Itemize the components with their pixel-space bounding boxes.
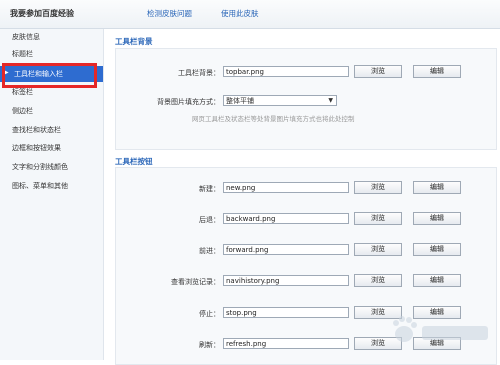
edit-button[interactable]: 编辑 [413, 243, 461, 256]
main-panel: 工具栏背景 工具栏背景： topbar.png 浏览 编辑 背景图片填充方式： … [104, 29, 500, 365]
paw-logo-icon [393, 316, 488, 342]
sidebar-item-side-bar[interactable]: 侧边栏 [0, 103, 103, 119]
check-skin-link[interactable]: 检测皮肤问题 [147, 8, 192, 19]
browse-button[interactable]: 浏览 [354, 212, 402, 225]
toolbar-bg-label: 工具栏背景： [178, 69, 220, 77]
fill-mode-value: 整体平铺 [226, 97, 254, 105]
row-field[interactable]: backward.png [223, 213, 349, 224]
sidebar-item-border-button[interactable]: 边框和按钮效果 [0, 140, 103, 156]
sidebar-item-label: 皮肤信息 [12, 33, 40, 41]
fill-mode-select[interactable]: 整体平铺 ▼ [223, 95, 337, 106]
row-label: 停止： [199, 310, 220, 318]
row-field[interactable]: stop.png [223, 307, 349, 318]
use-skin-link[interactable]: 使用此皮肤 [221, 8, 259, 19]
row-field[interactable]: forward.png [223, 244, 349, 255]
browse-button[interactable]: 浏览 [354, 274, 402, 287]
toolbar-bg-section-title: 工具栏背景 [115, 37, 153, 46]
row-label: 后退： [199, 216, 220, 224]
sidebar-item-label: 侧边栏 [12, 107, 33, 115]
fill-mode-label: 背景图片填充方式： [157, 98, 220, 106]
sidebar-item-label: 文字和分割线颜色 [12, 163, 68, 171]
sidebar-item-icons-menu-other[interactable]: 图标、菜单和其他 [0, 178, 103, 194]
toolbar-bg-section: 工具栏背景： topbar.png 浏览 编辑 背景图片填充方式： 整体平铺 ▼… [115, 48, 497, 150]
app-title: 我要参加百度经验 [10, 9, 74, 18]
sidebar-item-label: 边框和按钮效果 [12, 144, 61, 152]
row-field[interactable]: refresh.png [223, 338, 349, 349]
fill-mode-note: 网页工具栏及状态栏等处背景图片填充方式也将此处控制 [192, 115, 355, 123]
edit-button[interactable]: 编辑 [413, 274, 461, 287]
row-label: 刷新： [199, 341, 220, 349]
sidebar-item-text-divider-color[interactable]: 文字和分割线颜色 [0, 159, 103, 175]
sidebar-item-label: 查找栏和状态栏 [12, 126, 61, 134]
chevron-down-icon: ▼ [328, 97, 333, 104]
toolbar-bg-field[interactable]: topbar.png [223, 66, 349, 77]
row-field[interactable]: navihistory.png [223, 275, 349, 286]
sidebar-item-find-status-bar[interactable]: 查找栏和状态栏 [0, 122, 103, 138]
toolbar-buttons-section-title: 工具栏按钮 [115, 157, 153, 166]
sidebar-item-label: 标签栏 [12, 88, 33, 96]
row-label: 查看浏览记录： [171, 278, 220, 286]
browse-button[interactable]: 浏览 [354, 243, 402, 256]
browse-button[interactable]: 浏览 [354, 181, 402, 194]
row-field[interactable]: new.png [223, 182, 349, 193]
highlight-box [2, 63, 97, 88]
sidebar-item-label: 图标、菜单和其他 [12, 182, 68, 190]
row-label: 新建： [199, 185, 220, 193]
edit-button[interactable]: 编辑 [413, 181, 461, 194]
edit-button[interactable]: 编辑 [413, 212, 461, 225]
sidebar-item-title-bar[interactable]: 标题栏 [0, 46, 103, 62]
row-label: 前进： [199, 247, 220, 255]
edit-button[interactable]: 编辑 [413, 65, 461, 78]
top-bar: 我要参加百度经验 检测皮肤问题 使用此皮肤 [0, 0, 500, 29]
sidebar-item-skin-info[interactable]: 皮肤信息 [0, 29, 103, 45]
sidebar-item-label: 标题栏 [12, 50, 33, 58]
browse-button[interactable]: 浏览 [354, 65, 402, 78]
